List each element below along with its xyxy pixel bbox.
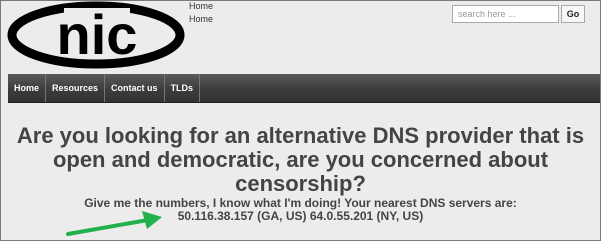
go-button[interactable]: Go [561, 5, 585, 23]
page-headline: Are you looking for an alternative DNS p… [0, 124, 601, 196]
nic-logo[interactable]: nic [6, 0, 186, 70]
search-input[interactable] [452, 5, 559, 23]
breadcrumb-home-1[interactable]: Home [189, 0, 213, 13]
breadcrumb: Home Home [189, 0, 213, 26]
nav-item-tlds[interactable]: TLDs [165, 74, 201, 102]
logo-text: nic [57, 3, 138, 66]
nav-item-contact-us[interactable]: Contact us [105, 74, 165, 102]
main-nav: Home Resources Contact us TLDs [8, 74, 600, 103]
green-arrow-icon [66, 211, 162, 236]
headline-line-2: open and democratic, are you concerned a… [52, 147, 549, 172]
headline-line-3: censorship? [235, 171, 366, 196]
nav-item-resources[interactable]: Resources [46, 74, 106, 102]
breadcrumb-home-2[interactable]: Home [189, 13, 213, 26]
headline-line-1: Are you looking for an alternative DNS p… [16, 123, 585, 148]
nav-item-home[interactable]: Home [8, 74, 47, 102]
